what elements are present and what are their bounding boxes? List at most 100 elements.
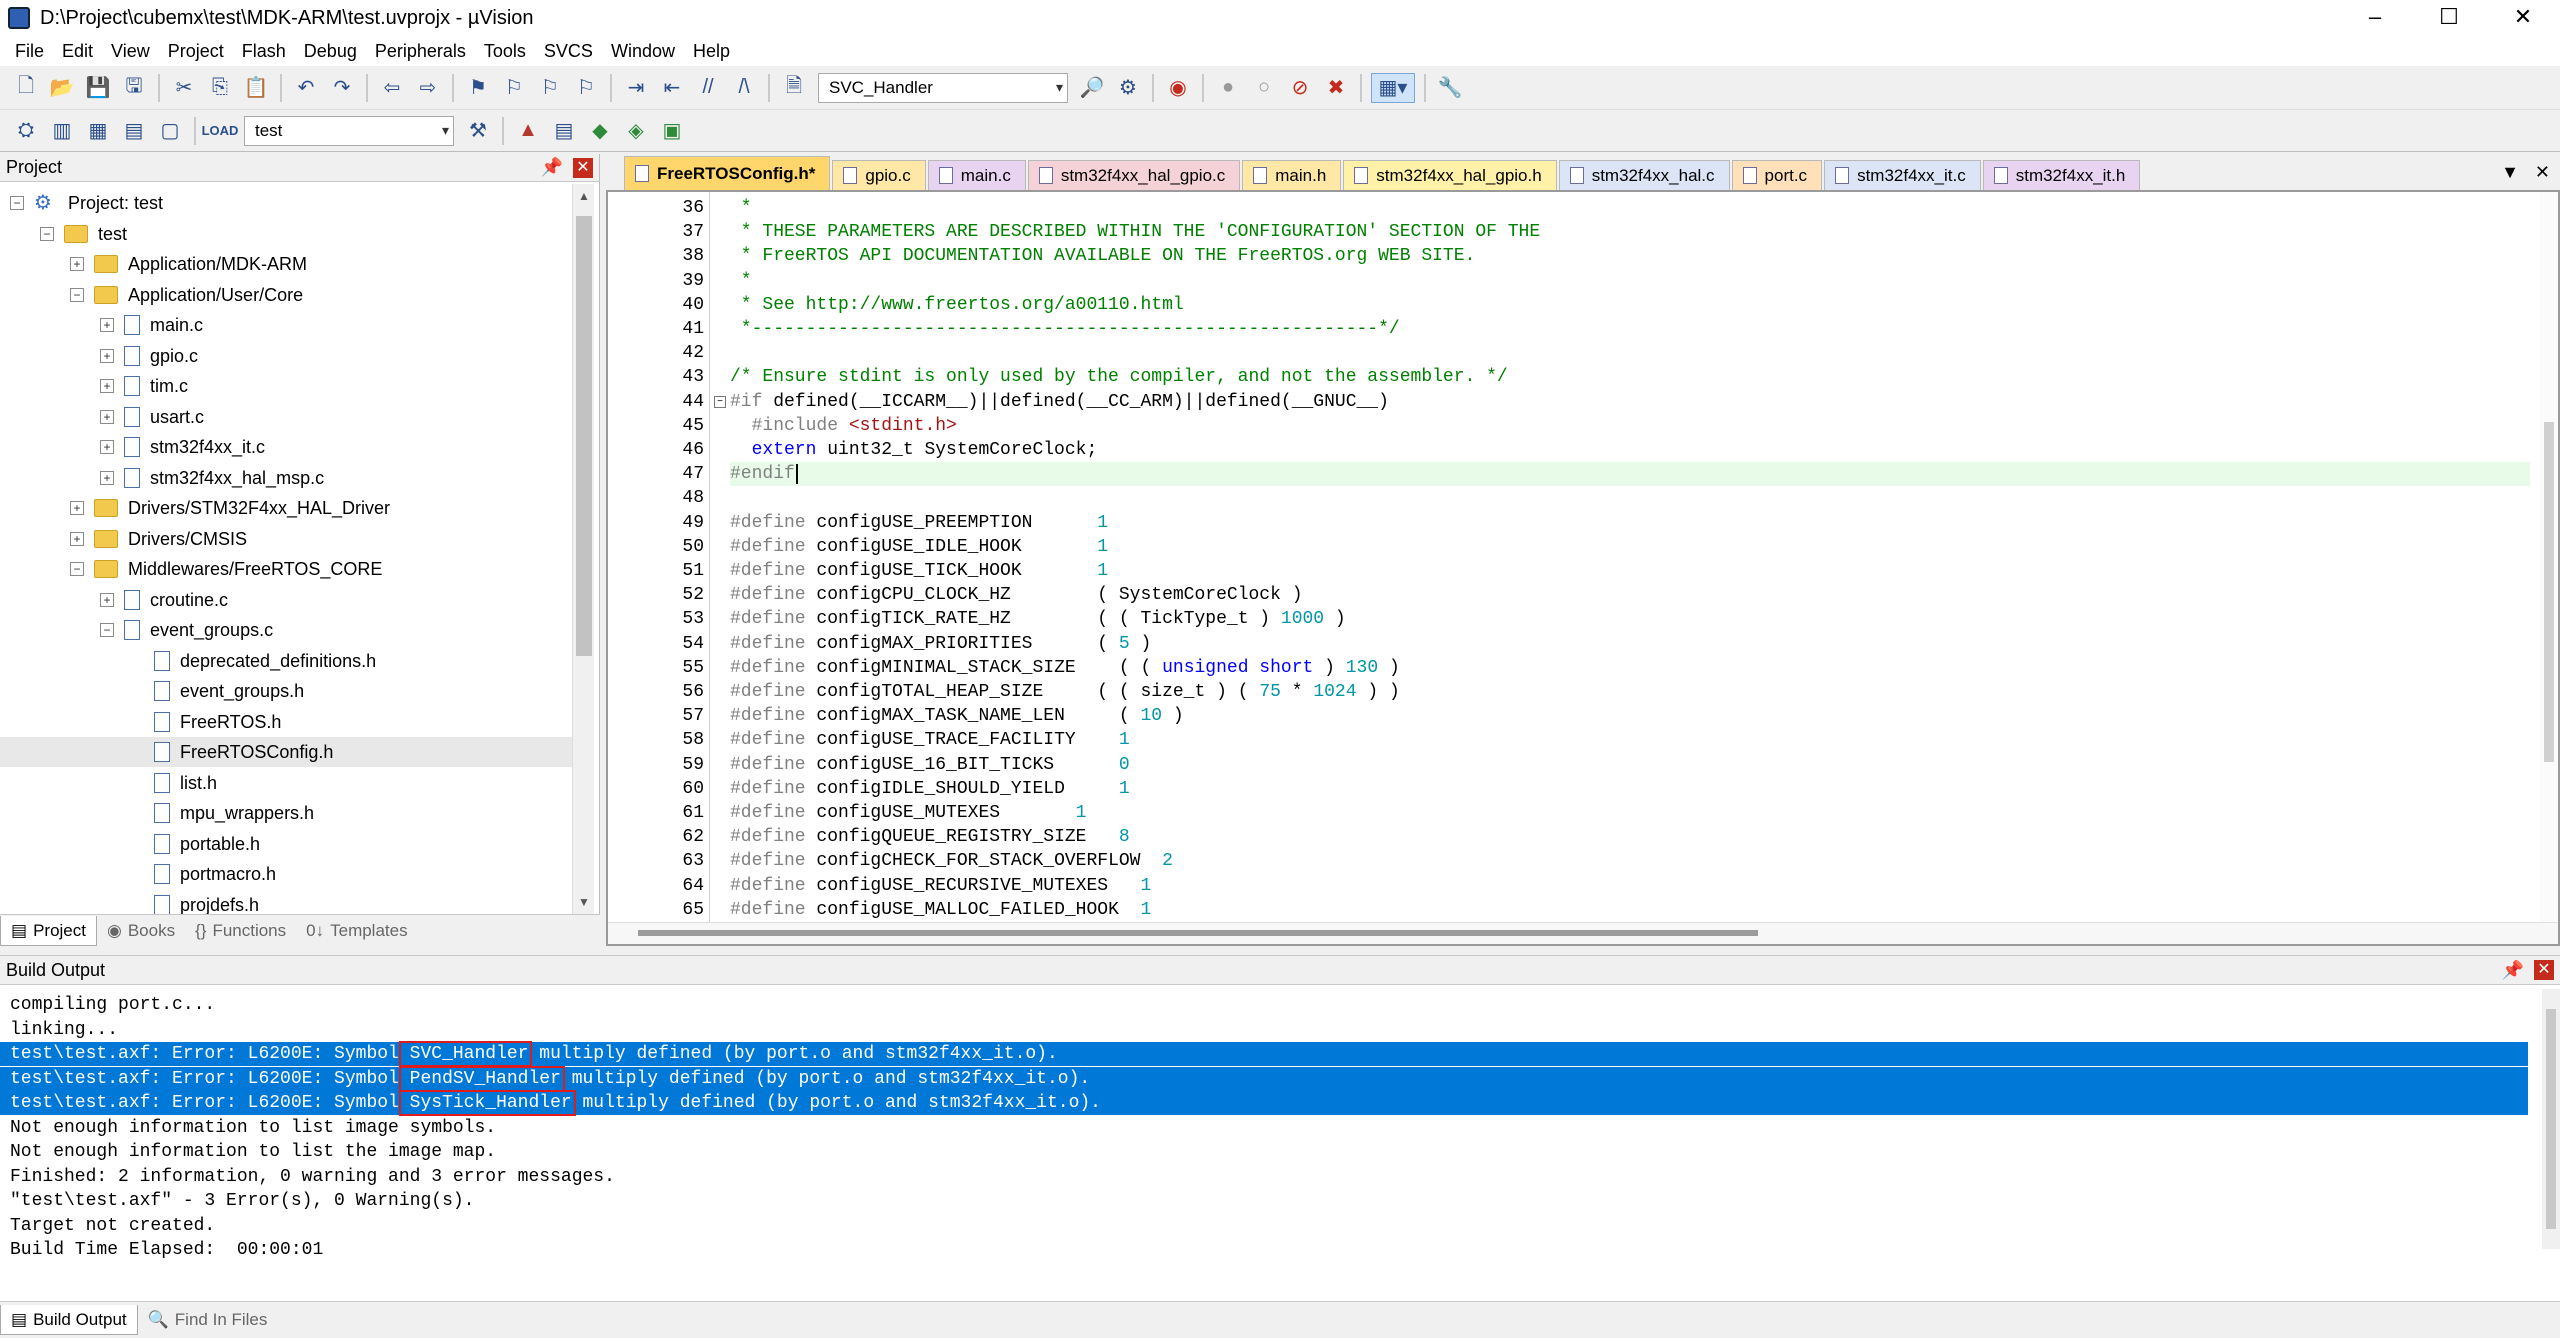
tree-item[interactable]: − event_groups.c <box>0 615 273 645</box>
enable-breakpoint-icon[interactable]: ○ <box>1249 73 1279 103</box>
code-line[interactable]: #define configUSE_TICK_HOOK 1 <box>730 559 1108 583</box>
code-line[interactable]: * See http://www.freertos.org/a00110.htm… <box>730 293 1184 317</box>
undo-icon[interactable]: ↶ <box>291 73 321 103</box>
tree-item[interactable]: FreeRTOS.h <box>0 707 281 737</box>
stop-build-icon[interactable]: ▢ <box>155 116 185 146</box>
redo-icon[interactable]: ↷ <box>327 73 357 103</box>
code-editor[interactable]: 36 37 38 39 40 41 42 43 44 45 46 47 48 49 50 51 52 53 54 55… <box>606 190 2560 946</box>
select-packs-icon[interactable]: ▤ <box>549 116 579 146</box>
find-in-files-icon[interactable]: 🗎 <box>779 73 809 103</box>
target-options-icon[interactable]: ⚒ <box>463 116 493 146</box>
next-bookmark-icon[interactable]: ⚐ <box>535 73 565 103</box>
editor-tab[interactable]: gpio.c <box>832 160 926 190</box>
tree-item[interactable]: deprecated_definitions.h <box>0 646 376 676</box>
code-area[interactable]: * * THESE PARAMETERS ARE DESCRIBED WITHI… <box>730 192 2530 922</box>
code-line[interactable]: #define configTICK_RATE_HZ ( ( TickType_… <box>730 607 1346 631</box>
tab-templates[interactable]: 0↓ Templates <box>296 916 417 946</box>
collapse-icon[interactable]: − <box>10 196 24 210</box>
tree-item[interactable]: FreeRTOSConfig.h <box>0 737 572 767</box>
expand-icon[interactable]: + <box>70 257 84 271</box>
close-pane-icon[interactable]: ✕ <box>2534 960 2554 980</box>
tree-item[interactable]: projdefs.h <box>0 890 259 914</box>
function-combo[interactable]: SVC_Handler ▾ <box>818 72 1068 103</box>
code-line[interactable]: #define configUSE_IDLE_HOOK 1 <box>730 535 1108 559</box>
pin-icon[interactable]: 📌 <box>2502 960 2524 981</box>
project-tree-scrollbar[interactable]: ▲ ▼ <box>572 184 594 914</box>
tab-books[interactable]: ◉ Books <box>97 916 185 946</box>
collapse-icon[interactable]: − <box>100 623 114 637</box>
build-output-line[interactable]: Not enough information to list the image… <box>0 1140 2528 1164</box>
uncomment-icon[interactable]: /\ <box>729 73 759 103</box>
menu-edit[interactable]: Edit <box>53 36 102 66</box>
kill-breakpoints-icon[interactable]: ✖ <box>1321 73 1351 103</box>
find-icon[interactable]: 🔎 <box>1077 73 1107 103</box>
bookmark-icon[interactable]: ⚑ <box>463 73 493 103</box>
tab-functions[interactable]: {} Functions <box>185 916 296 946</box>
build-output-line[interactable]: Build Time Elapsed: 00:00:01 <box>0 1238 2528 1262</box>
code-line[interactable]: *---------------------------------------… <box>730 317 1400 341</box>
code-line[interactable]: * <box>730 196 752 220</box>
code-line[interactable]: * THESE PARAMETERS ARE DESCRIBED WITHIN … <box>730 220 1540 244</box>
navigate-forward-icon[interactable]: ⇨ <box>413 73 443 103</box>
tree-item[interactable]: − test <box>0 219 127 249</box>
tree-item[interactable]: + main.c <box>0 310 203 340</box>
new-file-icon[interactable]: 🗋 <box>11 73 41 103</box>
code-line[interactable]: #endif​ <box>730 462 2530 487</box>
editor-tab[interactable]: FreeRTOSConfig.h* <box>624 156 831 190</box>
code-line[interactable]: #define configUSE_RECURSIVE_MUTEXES 1 <box>730 874 1151 898</box>
tree-item[interactable]: portmacro.h <box>0 859 276 889</box>
code-line[interactable]: #define configUSE_PREEMPTION 1 <box>730 511 1108 535</box>
editor-tab[interactable]: port.c <box>1731 160 1823 190</box>
event-recorder-icon[interactable]: ▣ <box>657 116 687 146</box>
collapse-icon[interactable]: − <box>40 226 54 241</box>
cut-icon[interactable]: ✂ <box>169 73 199 103</box>
menu-flash[interactable]: Flash <box>233 36 295 66</box>
code-line[interactable]: * <box>730 269 752 293</box>
scroll-down-icon[interactable]: ▼ <box>573 890 595 914</box>
code-line[interactable]: #define configUSE_TRACE_FACILITY 1 <box>730 728 1130 752</box>
tab-find-in-files[interactable]: 🔍 Find In Files <box>138 1305 278 1335</box>
collapse-icon[interactable]: − <box>70 287 84 302</box>
window-layout-icon[interactable]: ▦▾ <box>1371 72 1415 103</box>
unindent-icon[interactable]: ⇤ <box>657 73 687 103</box>
editor-tab[interactable]: main.c <box>927 160 1026 190</box>
download-icon[interactable]: LOAD <box>202 116 239 146</box>
scroll-up-icon[interactable]: ▲ <box>573 184 595 208</box>
tab-project[interactable]: ▤ Project <box>0 916 97 946</box>
expand-icon[interactable]: + <box>100 318 114 332</box>
disable-breakpoints-icon[interactable]: ⊘ <box>1285 73 1315 103</box>
open-file-icon[interactable]: 📂 <box>47 73 77 103</box>
build-error-line[interactable]: test\test.axf: Error: L6200E: Symbol Sys… <box>0 1091 2528 1115</box>
tree-item[interactable]: mpu_wrappers.h <box>0 798 314 828</box>
tree-item[interactable]: event_groups.h <box>0 676 304 706</box>
code-line[interactable]: #define configCPU_CLOCK_HZ ( SystemCoreC… <box>730 583 1303 607</box>
editor-horizontal-scrollbar[interactable] <box>608 922 2558 944</box>
build-output-line[interactable]: Not enough information to list image sym… <box>0 1116 2528 1140</box>
code-line[interactable]: #define configUSE_MALLOC_FAILED_HOOK 1 <box>730 898 1151 922</box>
code-line[interactable]: #include <stdint.h> <box>730 414 957 438</box>
code-line[interactable]: #define configMAX_TASK_NAME_LEN ( 10 ) <box>730 704 1184 728</box>
rebuild-icon[interactable]: ▦ <box>83 116 113 146</box>
menu-file[interactable]: File <box>6 36 53 66</box>
minimize-button[interactable]: – <box>2338 0 2412 36</box>
build-output-line[interactable]: Target not created. <box>0 1214 2528 1238</box>
code-line[interactable]: #define configUSE_MUTEXES 1 <box>730 801 1086 825</box>
menu-debug[interactable]: Debug <box>295 36 366 66</box>
code-line[interactable]: #define configMINIMAL_STACK_SIZE ( ( uns… <box>730 656 1400 680</box>
code-line[interactable]: #define configTOTAL_HEAP_SIZE ( ( size_t… <box>730 680 1400 704</box>
expand-icon[interactable]: + <box>70 501 84 515</box>
menu-window[interactable]: Window <box>602 36 684 66</box>
collapse-icon[interactable]: − <box>70 562 84 576</box>
close-pane-icon[interactable]: ✕ <box>573 157 593 178</box>
expand-icon[interactable]: + <box>100 592 114 607</box>
expand-icon[interactable]: + <box>100 379 114 393</box>
tree-item[interactable]: − Middlewares/FreeRTOS_CORE <box>0 554 382 584</box>
code-line[interactable]: * FreeRTOS API DOCUMENTATION AVAILABLE O… <box>730 244 1476 268</box>
scrollbar-thumb[interactable] <box>638 930 1758 936</box>
save-all-icon[interactable]: 🖫 <box>119 73 149 103</box>
build-icon[interactable]: ▥ <box>47 116 77 146</box>
code-line[interactable]: #define configUSE_16_BIT_TICKS 0 <box>730 753 1130 777</box>
editor-tab[interactable]: main.h <box>1242 160 1342 190</box>
tree-item[interactable]: list.h <box>0 768 217 798</box>
tree-item[interactable]: + Drivers/CMSIS <box>0 524 247 554</box>
